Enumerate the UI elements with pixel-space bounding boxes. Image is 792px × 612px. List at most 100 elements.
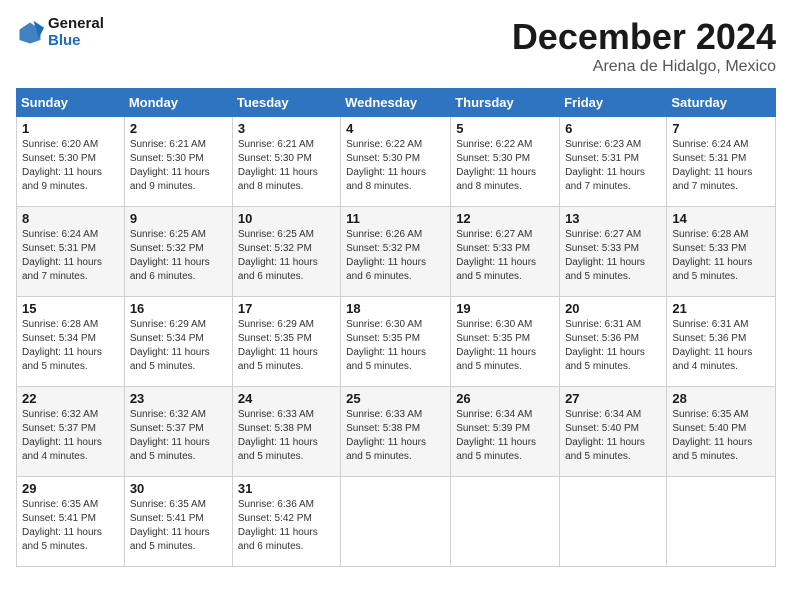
day-info: Sunrise: 6:28 AM Sunset: 5:33 PM Dayligh… <box>672 228 770 284</box>
day-info: Sunrise: 6:26 AM Sunset: 5:32 PM Dayligh… <box>346 228 445 284</box>
calendar-day-cell: 7 Sunrise: 6:24 AM Sunset: 5:31 PM Daylig… <box>667 117 776 207</box>
day-number: 14 <box>672 211 770 226</box>
day-number: 27 <box>565 391 661 406</box>
calendar-day-cell <box>667 477 776 567</box>
day-number: 16 <box>130 301 227 316</box>
day-number: 9 <box>130 211 227 226</box>
day-number: 24 <box>238 391 335 406</box>
calendar-day-cell: 28 Sunrise: 6:35 AM Sunset: 5:40 PM Dayli… <box>667 387 776 477</box>
day-info: Sunrise: 6:34 AM Sunset: 5:40 PM Dayligh… <box>565 408 661 464</box>
logo: General Blue <box>16 16 104 49</box>
day-number: 29 <box>22 481 119 496</box>
calendar-day-cell: 8 Sunrise: 6:24 AM Sunset: 5:31 PM Daylig… <box>17 207 125 297</box>
calendar-week-row: 1 Sunrise: 6:20 AM Sunset: 5:30 PM Daylig… <box>17 117 776 207</box>
day-number: 6 <box>565 121 661 136</box>
day-number: 4 <box>346 121 445 136</box>
day-info: Sunrise: 6:30 AM Sunset: 5:35 PM Dayligh… <box>346 318 445 374</box>
logo-icon <box>16 19 44 47</box>
day-number: 31 <box>238 481 335 496</box>
day-info: Sunrise: 6:20 AM Sunset: 5:30 PM Dayligh… <box>22 138 119 194</box>
weekday-header-cell: Thursday <box>451 89 560 117</box>
day-number: 1 <box>22 121 119 136</box>
calendar-day-cell: 4 Sunrise: 6:22 AM Sunset: 5:30 PM Daylig… <box>341 117 451 207</box>
logo-wordmark: General Blue <box>48 16 104 49</box>
day-info: Sunrise: 6:28 AM Sunset: 5:34 PM Dayligh… <box>22 318 119 374</box>
calendar-day-cell: 13 Sunrise: 6:27 AM Sunset: 5:33 PM Dayli… <box>560 207 667 297</box>
calendar-day-cell: 31 Sunrise: 6:36 AM Sunset: 5:42 PM Dayli… <box>232 477 340 567</box>
day-info: Sunrise: 6:23 AM Sunset: 5:31 PM Dayligh… <box>565 138 661 194</box>
weekday-header-cell: Monday <box>124 89 232 117</box>
calendar-day-cell <box>560 477 667 567</box>
day-number: 22 <box>22 391 119 406</box>
day-info: Sunrise: 6:34 AM Sunset: 5:39 PM Dayligh… <box>456 408 554 464</box>
day-info: Sunrise: 6:24 AM Sunset: 5:31 PM Dayligh… <box>22 228 119 284</box>
day-number: 28 <box>672 391 770 406</box>
calendar-day-cell: 24Sunrise: 6:33 AM Sunset: 5:38 PM Dayli… <box>232 387 340 477</box>
day-number: 21 <box>672 301 770 316</box>
calendar-day-cell <box>451 477 560 567</box>
day-info: Sunrise: 6:32 AM Sunset: 5:37 PM Dayligh… <box>130 408 227 464</box>
calendar-week-row: 29 Sunrise: 6:35 AM Sunset: 5:41 PM Dayli… <box>17 477 776 567</box>
calendar-day-cell: 14 Sunrise: 6:28 AM Sunset: 5:33 PM Dayli… <box>667 207 776 297</box>
day-number: 3 <box>238 121 335 136</box>
title-area: December 2024 Arena de Hidalgo, Mexico <box>512 16 776 76</box>
calendar-day-cell: 6 Sunrise: 6:23 AM Sunset: 5:31 PM Daylig… <box>560 117 667 207</box>
day-info: Sunrise: 6:35 AM Sunset: 5:41 PM Dayligh… <box>22 498 119 554</box>
day-info: Sunrise: 6:35 AM Sunset: 5:40 PM Dayligh… <box>672 408 770 464</box>
day-number: 8 <box>22 211 119 226</box>
calendar-day-cell: 1 Sunrise: 6:20 AM Sunset: 5:30 PM Daylig… <box>17 117 125 207</box>
day-number: 30 <box>130 481 227 496</box>
weekday-header-cell: Saturday <box>667 89 776 117</box>
day-info: Sunrise: 6:22 AM Sunset: 5:30 PM Dayligh… <box>456 138 554 194</box>
month-title: December 2024 <box>512 16 776 58</box>
calendar-day-cell: 25 Sunrise: 6:33 AM Sunset: 5:38 PM Dayli… <box>341 387 451 477</box>
calendar-day-cell: 22 Sunrise: 6:32 AM Sunset: 5:37 PM Dayli… <box>17 387 125 477</box>
day-info: Sunrise: 6:24 AM Sunset: 5:31 PM Dayligh… <box>672 138 770 194</box>
calendar-day-cell: 16 Sunrise: 6:29 AM Sunset: 5:34 PM Dayli… <box>124 297 232 387</box>
calendar-day-cell: 30Sunrise: 6:35 AM Sunset: 5:41 PM Dayli… <box>124 477 232 567</box>
day-info: Sunrise: 6:29 AM Sunset: 5:34 PM Dayligh… <box>130 318 227 374</box>
day-number: 15 <box>22 301 119 316</box>
day-number: 11 <box>346 211 445 226</box>
calendar-day-cell: 21Sunrise: 6:31 AM Sunset: 5:36 PM Dayli… <box>667 297 776 387</box>
day-info: Sunrise: 6:21 AM Sunset: 5:30 PM Dayligh… <box>130 138 227 194</box>
weekday-header-row: SundayMondayTuesdayWednesdayThursdayFrid… <box>17 89 776 117</box>
day-number: 19 <box>456 301 554 316</box>
calendar-week-row: 15 Sunrise: 6:28 AM Sunset: 5:34 PM Dayli… <box>17 297 776 387</box>
calendar-day-cell: 19Sunrise: 6:30 AM Sunset: 5:35 PM Dayli… <box>451 297 560 387</box>
calendar-day-cell: 12Sunrise: 6:27 AM Sunset: 5:33 PM Dayli… <box>451 207 560 297</box>
calendar-table: SundayMondayTuesdayWednesdayThursdayFrid… <box>16 88 776 567</box>
day-info: Sunrise: 6:33 AM Sunset: 5:38 PM Dayligh… <box>346 408 445 464</box>
day-number: 7 <box>672 121 770 136</box>
day-number: 25 <box>346 391 445 406</box>
calendar-day-cell: 2 Sunrise: 6:21 AM Sunset: 5:30 PM Daylig… <box>124 117 232 207</box>
day-number: 17 <box>238 301 335 316</box>
calendar-day-cell <box>341 477 451 567</box>
day-info: Sunrise: 6:29 AM Sunset: 5:35 PM Dayligh… <box>238 318 335 374</box>
calendar-day-cell: 20 Sunrise: 6:31 AM Sunset: 5:36 PM Dayli… <box>560 297 667 387</box>
day-number: 26 <box>456 391 554 406</box>
day-info: Sunrise: 6:32 AM Sunset: 5:37 PM Dayligh… <box>22 408 119 464</box>
day-info: Sunrise: 6:25 AM Sunset: 5:32 PM Dayligh… <box>238 228 335 284</box>
day-info: Sunrise: 6:21 AM Sunset: 5:30 PM Dayligh… <box>238 138 335 194</box>
calendar-week-row: 22 Sunrise: 6:32 AM Sunset: 5:37 PM Dayli… <box>17 387 776 477</box>
day-info: Sunrise: 6:36 AM Sunset: 5:42 PM Dayligh… <box>238 498 335 554</box>
calendar-day-cell: 17 Sunrise: 6:29 AM Sunset: 5:35 PM Dayli… <box>232 297 340 387</box>
weekday-header-cell: Wednesday <box>341 89 451 117</box>
calendar-day-cell: 10 Sunrise: 6:25 AM Sunset: 5:32 PM Dayli… <box>232 207 340 297</box>
weekday-header-cell: Friday <box>560 89 667 117</box>
day-info: Sunrise: 6:25 AM Sunset: 5:32 PM Dayligh… <box>130 228 227 284</box>
calendar-day-cell: 26 Sunrise: 6:34 AM Sunset: 5:39 PM Dayli… <box>451 387 560 477</box>
day-number: 18 <box>346 301 445 316</box>
day-number: 2 <box>130 121 227 136</box>
day-number: 5 <box>456 121 554 136</box>
day-number: 20 <box>565 301 661 316</box>
day-number: 23 <box>130 391 227 406</box>
day-info: Sunrise: 6:31 AM Sunset: 5:36 PM Dayligh… <box>565 318 661 374</box>
day-number: 10 <box>238 211 335 226</box>
day-info: Sunrise: 6:22 AM Sunset: 5:30 PM Dayligh… <box>346 138 445 194</box>
day-info: Sunrise: 6:27 AM Sunset: 5:33 PM Dayligh… <box>565 228 661 284</box>
day-number: 13 <box>565 211 661 226</box>
calendar-day-cell: 11 Sunrise: 6:26 AM Sunset: 5:32 PM Dayli… <box>341 207 451 297</box>
calendar-week-row: 8 Sunrise: 6:24 AM Sunset: 5:31 PM Daylig… <box>17 207 776 297</box>
